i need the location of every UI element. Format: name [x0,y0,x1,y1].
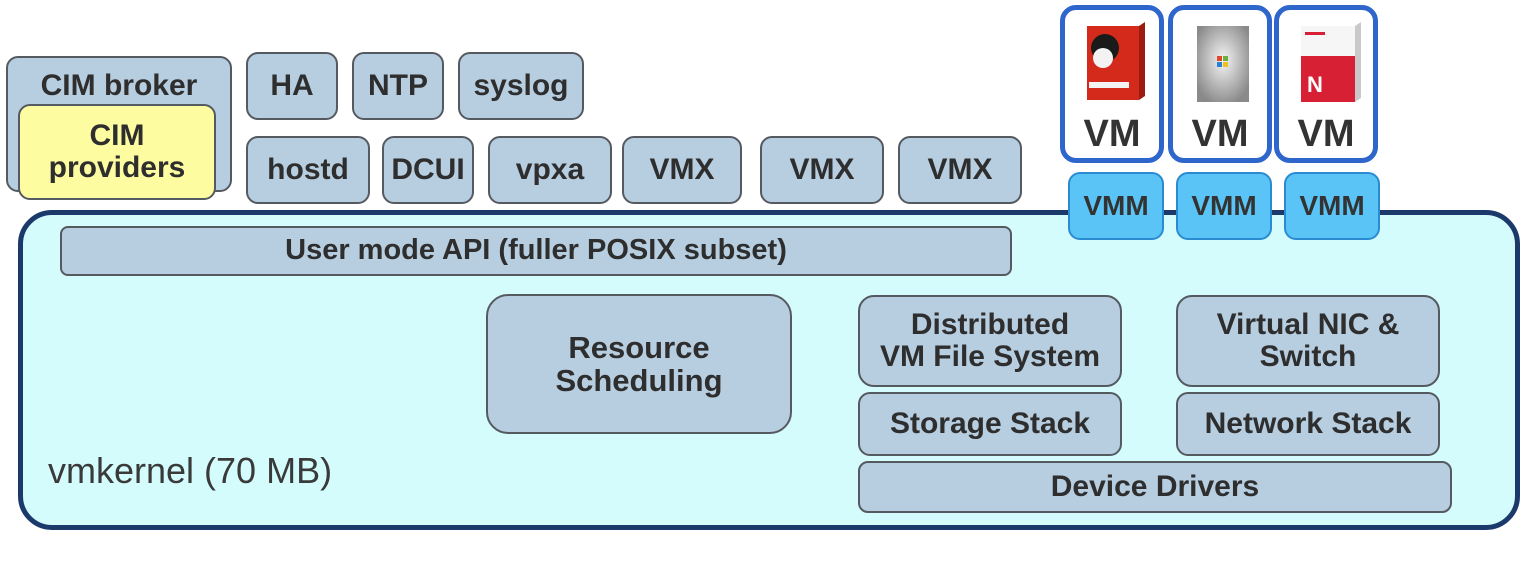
dvmfs-line1: Distributed [910,307,1070,341]
resource-scheduling-box: Resource Scheduling [486,294,792,434]
service-vmx-2-label: VMX [789,152,855,186]
vmm-label: VMM [1299,190,1365,221]
redhat-box-icon [1087,22,1145,100]
network-stack-box: Network Stack [1176,392,1440,456]
vm-netware: N VM [1274,5,1378,163]
service-hostd: hostd [246,136,370,204]
service-ha-label: HA [270,68,314,102]
service-ntp: NTP [352,52,444,120]
vmm-2: VMM [1176,172,1272,240]
vm-redhat: VM [1060,5,1164,163]
resource-scheduling-line2: Scheduling [555,363,723,398]
cim-providers-line1: CIM [89,118,145,152]
device-drivers-label: Device Drivers [1050,469,1260,503]
vnic-line1: Virtual NIC & [1216,307,1400,341]
vm-label: VM [1083,113,1141,155]
cim-providers-box: CIM providers [18,104,216,200]
virtual-nic-switch-box: Virtual NIC & Switch [1176,295,1440,387]
vm-windows: VM [1168,5,1272,163]
vmm-label: VMM [1083,190,1149,221]
service-vmx-3-label: VMX [927,152,993,186]
service-vmx-2: VMX [760,136,884,204]
resource-scheduling-line1: Resource [568,329,710,365]
vm-label: VM [1297,113,1355,155]
service-hostd-label: hostd [267,152,349,186]
service-dcui-label: DCUI [391,152,465,186]
cim-providers-line2: providers [48,151,186,184]
storage-stack-label: Storage Stack [889,406,1091,440]
svg-text:N: N [1307,72,1323,97]
vmkernel-label: vmkernel (70 MB) [48,450,333,491]
service-dcui: DCUI [382,136,474,204]
windows-box-icon [1197,26,1249,102]
service-vpxa-label: vpxa [515,152,585,186]
vm-label: VM [1191,113,1249,155]
user-mode-api-bar: User mode API (fuller POSIX subset) [60,226,1012,276]
service-ntp-label: NTP [368,68,428,102]
network-stack-label: Network Stack [1204,406,1412,440]
netware-box-icon: N [1301,22,1361,102]
vmm-label: VMM [1191,190,1257,221]
cim-broker-label: CIM broker [40,69,198,102]
vmm-1: VMM [1068,172,1164,240]
service-vpxa: vpxa [488,136,612,204]
user-mode-api-label: User mode API (fuller POSIX subset) [285,234,787,267]
service-syslog-label: syslog [473,68,569,102]
service-vmx-1-label: VMX [649,152,715,186]
storage-stack-box: Storage Stack [858,392,1122,456]
service-syslog: syslog [458,52,584,120]
vnic-line2: Switch [1259,340,1357,373]
vmm-3: VMM [1284,172,1380,240]
dvmfs-box: Distributed VM File System [858,295,1122,387]
dvmfs-line2: VM File System [879,340,1101,373]
service-vmx-1: VMX [622,136,742,204]
service-vmx-3: VMX [898,136,1022,204]
service-ha: HA [246,52,338,120]
device-drivers-box: Device Drivers [858,461,1452,513]
